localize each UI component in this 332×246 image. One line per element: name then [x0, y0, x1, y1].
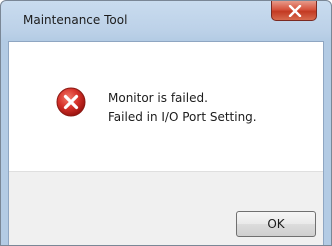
- error-dialog: Maintenance Tool Monitor is failed. Fail…: [0, 0, 332, 246]
- close-button[interactable]: [271, 1, 317, 21]
- error-icon: [56, 87, 86, 117]
- window-title: Maintenance Tool: [23, 13, 128, 27]
- ok-button[interactable]: OK: [236, 211, 316, 237]
- error-message: Monitor is failed. Failed in I/O Port Se…: [108, 89, 257, 127]
- button-bar: OK: [9, 171, 323, 245]
- dialog-body: Monitor is failed. Failed in I/O Port Se…: [8, 41, 324, 245]
- title-bar[interactable]: Maintenance Tool: [1, 1, 331, 41]
- message-line-1: Monitor is failed.: [108, 91, 208, 105]
- close-x-icon: [288, 5, 302, 17]
- message-line-2: Failed in I/O Port Setting.: [108, 110, 257, 124]
